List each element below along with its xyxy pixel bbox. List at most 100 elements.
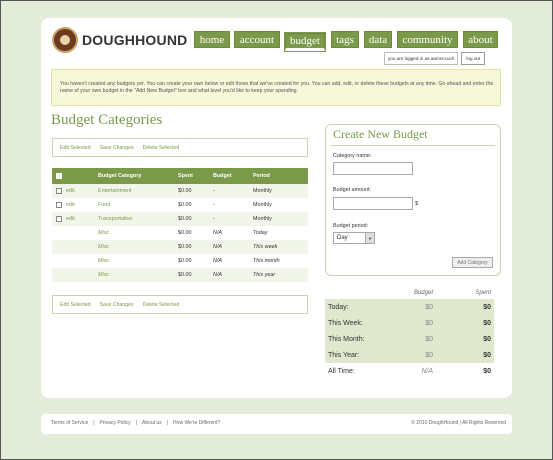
col-category: Budget Category [98,173,142,179]
about-link[interactable]: About us [142,420,162,426]
currency-symbol: $ [415,201,419,207]
nav-about[interactable]: about [463,31,498,48]
table-row: edit Transportation $0.00 - Monthly [52,212,308,226]
copyright: © 2010 DoughHound | All Rights Reserved [411,420,506,426]
nav-budget[interactable]: budget [284,32,326,52]
nav-home[interactable]: home [194,31,230,48]
summary-spent: $0 [483,303,491,311]
category-actions-bottom: Edit Selected Save Changes Delete Select… [52,295,308,314]
terms-link[interactable]: Terms of Service [51,420,88,426]
summary-row: Today: $0 $0 [325,299,494,315]
cell-spent: $0.00 [178,230,192,236]
cell-spent: $0.00 [178,258,192,264]
summary-spent: $0 [483,319,491,327]
summary-budget: $0 [425,335,433,343]
summary-row: This Week: $0 $0 [325,315,494,331]
cell-period: Monthly [253,202,272,208]
cell-spent: $0.00 [178,272,192,278]
row-checkbox[interactable] [56,188,62,194]
summary-row: All Time: N/A $0 [325,363,494,379]
table-row: edit Entertainment $0.00 - Monthly [52,184,308,198]
cell-period: This year [253,272,276,278]
chevron-down-icon: ▼ [365,233,374,243]
cell-period: This week [253,244,278,250]
cell-category: Misc [98,272,110,278]
summary-header: Budget Spent [325,287,494,299]
cell-category: Misc [98,244,110,250]
cell-spent: $0.00 [178,188,192,194]
edit-link[interactable]: edit [66,188,98,194]
edit-link[interactable]: edit [66,202,98,208]
cell-category: Entertainment [98,188,132,194]
edit-selected-link[interactable]: Edit Selected [60,302,91,308]
budget-period-label: Budget period: [333,223,369,229]
cell-period: Monthly [253,216,272,222]
summary-spent: $0 [483,367,491,375]
different-link[interactable]: How We're Different? [173,420,220,426]
cell-budget: - [213,216,215,222]
cell-category: Misc [98,230,110,236]
logout-button[interactable]: log out [461,52,486,65]
budget-amount-label: Budget amount: [333,187,372,193]
table-row: edit Food $0.00 - Monthly [52,198,308,212]
category-name-input[interactable] [333,162,413,175]
table-row: Misc $0.00 N/A This week [52,240,308,254]
cell-budget: - [213,202,215,208]
table-row: Misc $0.00 N/A Today [52,226,308,240]
cell-period: Monthly [253,188,272,194]
budget-period-select[interactable]: Day ▼ [333,232,375,244]
delete-selected-link[interactable]: Delete Selected [143,302,180,308]
save-changes-link[interactable]: Save Changes [100,145,134,151]
save-changes-link[interactable]: Save Changes [100,302,134,308]
brand-name: DOUGHHOUND [82,32,188,48]
edit-link[interactable]: edit [66,216,98,222]
nav-data[interactable]: data [364,31,392,48]
create-budget-title: Create New Budget [333,127,428,141]
footer-separator: | [166,420,169,426]
summary-budget: $0 [425,319,433,327]
nav-tags[interactable]: tags [331,31,359,48]
budget-summary: Budget Spent Today: $0 $0 This Week: $0 … [325,287,494,379]
cell-spent: $0.00 [178,202,192,208]
summary-budget-header: Budget [413,290,433,296]
summary-row: This Month: $0 $0 [325,331,494,347]
select-all-checkbox[interactable] [56,173,62,179]
summary-label: This Month: [328,335,365,343]
summary-budget: N/A [421,367,433,375]
cell-budget: N/A [213,272,222,278]
budget-amount-input[interactable] [333,197,413,210]
summary-spent: $0 [483,335,491,343]
categories-title: Budget Categories [51,112,163,128]
nav-community[interactable]: community [397,31,458,48]
edit-selected-link[interactable]: Edit Selected [60,145,91,151]
nav-account[interactable]: account [234,31,280,48]
category-actions-top: Edit Selected Save Changes Delete Select… [52,138,308,157]
summary-budget: $0 [425,351,433,359]
session-box: you are logged in as aaronccuch log out [384,52,486,65]
privacy-link[interactable]: Privacy Policy [100,420,131,426]
login-status: you are logged in as aaronccuch [384,52,459,65]
cell-category: Transportation [98,216,133,222]
cell-category: Food [98,202,111,208]
categories-table: Budget Category Spent Budget Period edit… [52,168,308,282]
cell-period: This month [253,258,280,264]
summary-label: This Week: [328,319,363,327]
summary-label: Today: [328,303,349,311]
footer-separator: | [135,420,137,426]
footer-separator: | [93,420,95,426]
summary-spent: $0 [483,351,491,359]
summary-label: This Year: [328,351,360,359]
table-header: Budget Category Spent Budget Period [52,168,308,184]
budget-period-value: Day [337,235,348,241]
table-row: Misc $0.00 N/A This year [52,268,308,282]
row-checkbox[interactable] [56,202,62,208]
add-category-button[interactable]: Add Category [452,257,493,268]
delete-selected-link[interactable]: Delete Selected [143,145,180,151]
footer-links: Terms of Service | Privacy Policy | Abou… [51,420,220,426]
summary-budget: $0 [425,303,433,311]
cell-period: Today [253,230,268,236]
logo[interactable]: DOUGHHOUND [52,27,187,53]
table-row: Misc $0.00 N/A This month [52,254,308,268]
category-name-label: Category name: [333,153,372,159]
row-checkbox[interactable] [56,216,62,222]
